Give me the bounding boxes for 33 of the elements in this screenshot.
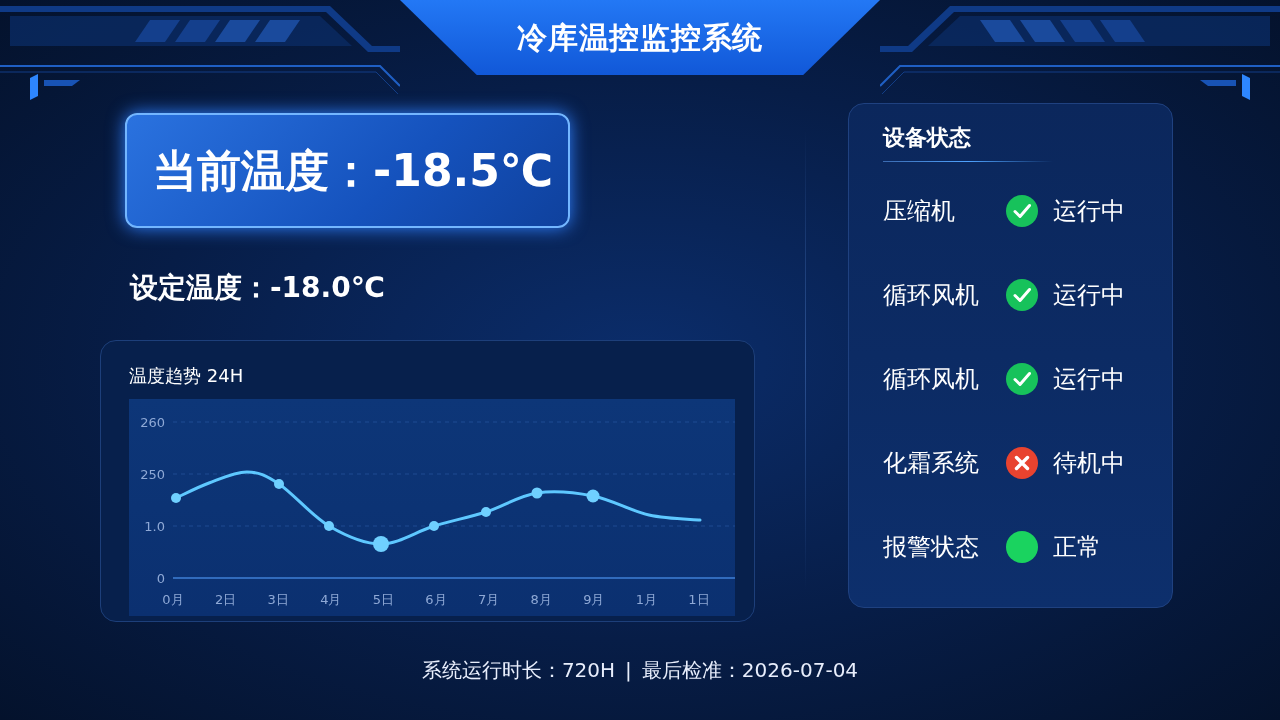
axis-label: 250	[140, 467, 165, 482]
runtime-text: 系统运行时长：720H	[421, 657, 616, 684]
axis-label: 260	[140, 415, 165, 430]
axis-label: 7月	[477, 592, 500, 607]
axis-label: 1.0	[144, 519, 165, 534]
device-name: 循环风机	[883, 280, 980, 311]
current-temperature: 当前温度：-18.5℃	[153, 143, 554, 198]
device-name: 压缩机	[883, 196, 956, 227]
axis-label: 3日	[267, 592, 289, 607]
axis-label: 2日	[214, 592, 237, 607]
axis-label: 1日	[688, 592, 710, 607]
device-status: 正常	[1053, 532, 1101, 563]
axis-label: 6月	[425, 592, 447, 607]
device-status: 待机中	[1053, 448, 1125, 479]
axis-label: 1月	[635, 592, 658, 607]
panel-title: 设备状态	[883, 124, 971, 152]
axis-label: 5日	[372, 592, 395, 607]
axis-label: 4月	[320, 592, 342, 607]
axis-label: 9月	[583, 592, 605, 607]
chart-title: 温度趋势 24H	[129, 364, 244, 388]
device-status: 运行中	[1053, 364, 1125, 395]
device-status: 运行中	[1053, 280, 1125, 311]
device-name: 循环风机	[883, 364, 980, 395]
device-name: 化霜系统	[883, 448, 980, 479]
set-temperature: 设定温度：-18.0℃	[130, 270, 385, 306]
device-status: 运行中	[1053, 196, 1125, 227]
page-title: 冷库温控监控系统	[517, 18, 763, 57]
separator-text: |	[625, 657, 632, 684]
axis-label: 0月	[162, 592, 184, 607]
axis-label: 0	[156, 571, 165, 586]
device-name: 报警状态	[883, 532, 980, 563]
last-check-text: 最后检准：2026-07-04	[641, 657, 859, 684]
axis-label: 8月	[530, 592, 552, 607]
